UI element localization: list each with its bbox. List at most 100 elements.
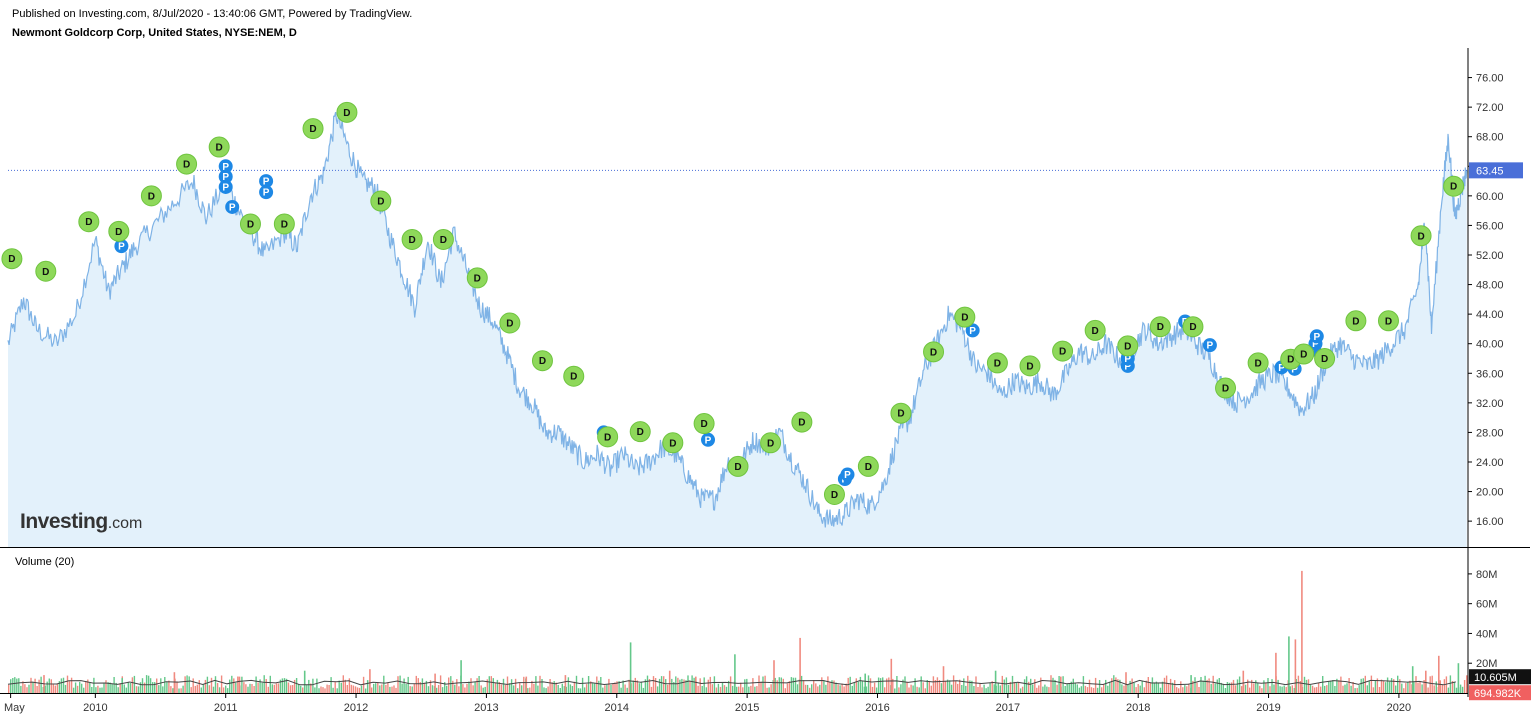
volume-bar [1403, 688, 1405, 693]
volume-bar [806, 684, 809, 693]
volume-spike-9 [564, 675, 567, 693]
volume-bar [103, 683, 105, 693]
volume-bar [628, 679, 630, 693]
volume-bar [658, 678, 661, 693]
volume-bar [1133, 683, 1135, 693]
volume-bar [1212, 675, 1214, 693]
volume-tick-label-2: 40M [1476, 628, 1497, 640]
dividend-marker-label-11: D [377, 197, 384, 208]
volume-bar [675, 676, 677, 693]
volume-bar [74, 682, 77, 693]
volume-bar [1362, 678, 1364, 693]
volume-bar [952, 675, 955, 693]
volume-bar [778, 677, 780, 693]
volume-bar [1034, 679, 1036, 693]
volume-bar [1194, 677, 1196, 693]
volume-bar [1271, 679, 1273, 693]
volume-bar [551, 682, 553, 693]
volume-bar [660, 676, 663, 693]
volume-bar [1257, 682, 1259, 693]
volume-bar [431, 685, 434, 693]
volume-bar [172, 688, 174, 693]
volume-bar [101, 687, 103, 693]
volume-bar [1052, 677, 1054, 693]
volume-bar [160, 678, 162, 693]
volume-bar [97, 685, 99, 693]
volume-bar [579, 688, 582, 693]
volume-bar [93, 677, 95, 693]
dividend-marker-label-36: D [1189, 322, 1196, 333]
volume-bar [1390, 678, 1393, 693]
volume-bar [768, 687, 770, 693]
volume-bar [614, 682, 616, 693]
volume-bar [979, 683, 981, 693]
volume-bar [1261, 688, 1263, 693]
volume-bar [1441, 685, 1443, 693]
dividend-marker-label-14: D [474, 273, 481, 284]
volume-bar [220, 675, 223, 693]
volume-bar [164, 677, 166, 693]
volume-bar [1180, 681, 1182, 693]
volume-bar [1040, 677, 1042, 693]
volume-bar [99, 687, 101, 693]
volume-bar [1218, 678, 1220, 693]
volume-bar [1281, 686, 1283, 693]
dividend-marker-label-37: D [1222, 384, 1229, 395]
volume-bar [324, 688, 326, 693]
volume-bar [70, 677, 73, 693]
dividend-marker-label-39: D [1287, 355, 1294, 366]
dividend-marker-label-1: D [42, 267, 49, 278]
volume-bar [322, 687, 324, 693]
volume-bar [137, 686, 140, 693]
volume-bar [1176, 687, 1178, 693]
volume-bar [417, 678, 419, 693]
volume-bar [671, 678, 673, 693]
volume-bar [1204, 675, 1206, 693]
volume-bar [699, 678, 701, 693]
volume-bar [884, 687, 886, 693]
volume-bar [697, 685, 699, 693]
volume-bar [993, 684, 995, 693]
volume-bar [1169, 678, 1172, 693]
dividend-marker-label-24: D [798, 418, 805, 429]
volume-bar [879, 678, 882, 693]
volume-bar [1417, 682, 1419, 693]
volume-bar [1143, 687, 1145, 693]
volume-spike-18 [942, 666, 945, 693]
volume-bar [946, 679, 949, 693]
dividend-marker-label-0: D [8, 254, 15, 265]
volume-bar [1405, 683, 1407, 693]
dividend-marker-label-9: D [309, 124, 316, 135]
dividend-marker-label-18: D [604, 432, 611, 443]
volume-ma-line [7, 679, 1456, 686]
volume-bar [514, 678, 517, 693]
volume-bar [569, 684, 572, 693]
volume-bar [571, 686, 574, 693]
volume-bar [533, 683, 535, 693]
volume-bar [48, 678, 50, 693]
volume-bar [1236, 679, 1239, 693]
volume-bar [1210, 683, 1212, 693]
volume-bar [626, 687, 628, 693]
volume-spike-27 [1301, 570, 1303, 693]
volume-bar [1198, 687, 1200, 693]
volume-bar [504, 684, 507, 693]
volume-bar [18, 678, 20, 693]
volume-bar [52, 684, 54, 693]
volume-bar [336, 688, 338, 693]
volume-bar [920, 676, 922, 693]
volume-bar [738, 686, 740, 693]
volume-bar [1459, 684, 1462, 693]
dividend-marker-label-30: D [994, 358, 1001, 369]
volume-bar [802, 680, 805, 693]
volume-bar [1303, 676, 1306, 693]
volume-bar [1226, 682, 1229, 693]
volume-bar [683, 679, 685, 693]
split-marker-label-6: P [263, 188, 270, 199]
volume-bar [709, 676, 711, 693]
volume-bar [679, 679, 681, 693]
volume-bar [125, 687, 127, 693]
volume-bar [1332, 680, 1334, 693]
volume-bar [855, 678, 857, 693]
volume-bar [214, 676, 217, 693]
